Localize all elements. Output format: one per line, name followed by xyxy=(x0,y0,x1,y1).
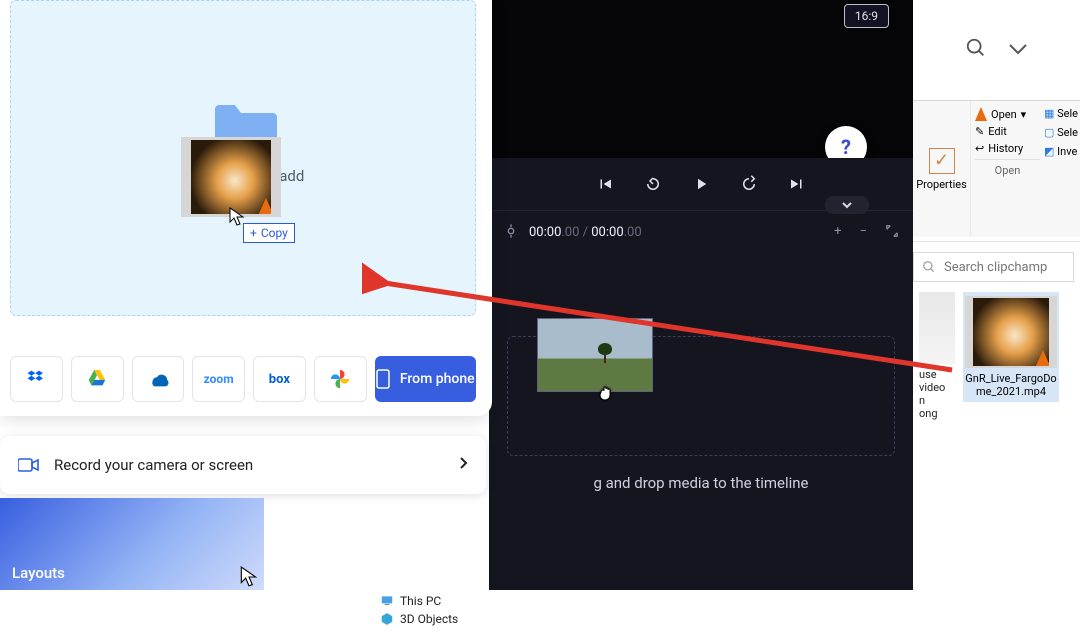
fit-icon[interactable] xyxy=(885,224,899,242)
google-drive-source-button[interactable] xyxy=(71,356,124,402)
aspect-ratio-badge[interactable]: 16:9 xyxy=(844,4,889,28)
edit-icon: ✎ xyxy=(975,125,984,138)
skip-end-icon[interactable] xyxy=(788,175,806,193)
layouts-tile[interactable]: Layouts xyxy=(0,498,264,590)
cursor-icon xyxy=(240,566,258,592)
search-placeholder: Search clipchamp xyxy=(944,260,1047,275)
open-menu-button[interactable]: Open ▾ xyxy=(975,107,1040,121)
file-item-selected[interactable]: GnR_Live_FargoDome_2021.mp4 xyxy=(963,292,1059,402)
tree-item[interactable]: This PC xyxy=(380,592,596,610)
audio-icon[interactable] xyxy=(503,223,519,243)
chevron-down-icon[interactable] xyxy=(1007,41,1029,60)
zoom-out-icon[interactable]: − xyxy=(860,224,867,242)
search-icon[interactable] xyxy=(965,37,987,63)
search-icon xyxy=(922,260,936,274)
vlc-icon xyxy=(1035,350,1051,368)
vlc-icon xyxy=(257,198,275,217)
explorer-file-grid: use video n ong GnR_Live_FargoDome_2021.… xyxy=(913,282,1080,430)
google-photos-source-button[interactable] xyxy=(314,356,367,402)
camera-icon xyxy=(18,457,40,473)
onedrive-source-button[interactable] xyxy=(132,356,185,402)
explorer-ribbon: ✓ Properties Open ▾ ✎ Edit ↩ History Ope… xyxy=(913,101,1080,237)
media-dropzone[interactable]: Drop media to add + Copy xyxy=(10,0,476,316)
timeline-drop-caption: g and drop media to the timeline xyxy=(489,474,913,492)
dropdown-caret-icon: ▾ xyxy=(1021,108,1027,121)
properties-button[interactable]: ✓ Properties xyxy=(913,101,971,237)
from-phone-button[interactable]: From phone xyxy=(375,356,477,402)
checkmark-icon: ✓ xyxy=(929,148,955,174)
video-editor-panel: 16:9 ? 00:00.00 / 00:00.00 + − xyxy=(489,0,913,590)
phone-icon xyxy=(376,369,390,389)
file-name-label: GnR_Live_FargoDome_2021.mp4 xyxy=(965,372,1057,398)
video-thumbnail xyxy=(965,296,1057,368)
history-icon: ↩ xyxy=(975,142,984,155)
dragging-clip-thumbnail[interactable] xyxy=(537,318,653,392)
computer-icon xyxy=(380,594,394,608)
timeline-toolbar: 00:00.00 / 00:00.00 + − xyxy=(489,210,913,254)
ribbon-group-label: Open xyxy=(975,159,1040,181)
explorer-tree-snippet: This PC 3D Objects xyxy=(374,590,602,632)
play-icon[interactable] xyxy=(692,175,710,193)
skip-start-icon[interactable] xyxy=(596,175,614,193)
timecode-display: 00:00.00 / 00:00.00 xyxy=(529,225,642,240)
media-import-panel: Drop media to add + Copy xyxy=(0,0,492,416)
file-item-partial[interactable]: use video n ong xyxy=(919,292,955,420)
zoom-source-button[interactable]: zoom xyxy=(192,356,245,402)
file-explorer-panel: ✓ Properties Open ▾ ✎ Edit ↩ History Ope… xyxy=(913,0,1080,632)
timeline-area[interactable]: g and drop media to the timeline xyxy=(489,254,913,590)
record-label: Record your camera or screen xyxy=(54,456,253,474)
plus-icon: + xyxy=(250,226,257,240)
select-none-button[interactable]: ▢ Sele xyxy=(1044,126,1080,139)
chevron-right-icon xyxy=(458,456,468,474)
record-camera-screen-row[interactable]: Record your camera or screen xyxy=(0,436,486,494)
dragged-file-preview xyxy=(181,137,281,217)
invert-selection-button[interactable]: ◩ Inve xyxy=(1044,145,1080,158)
forward-5-icon[interactable] xyxy=(740,175,758,193)
cube-icon xyxy=(380,612,394,626)
select-all-button[interactable]: ▦ Sele xyxy=(1044,107,1080,120)
explorer-search-input[interactable]: Search clipchamp xyxy=(913,252,1074,282)
tree-item[interactable]: 3D Objects xyxy=(380,610,596,628)
zoom-in-icon[interactable]: + xyxy=(834,224,841,242)
history-button[interactable]: ↩ History xyxy=(975,142,1040,155)
explorer-header xyxy=(913,0,1080,100)
rewind-5-icon[interactable] xyxy=(644,175,662,193)
edit-button[interactable]: ✎ Edit xyxy=(975,125,1040,138)
box-source-button[interactable]: box xyxy=(253,356,306,402)
layouts-label: Layouts xyxy=(12,564,65,582)
copy-drop-badge: + Copy xyxy=(243,223,295,243)
dropbox-source-button[interactable] xyxy=(10,356,63,402)
vlc-icon xyxy=(975,107,987,121)
grab-cursor-icon xyxy=(597,382,619,402)
import-sources-row: zoom box From phone xyxy=(10,356,476,402)
